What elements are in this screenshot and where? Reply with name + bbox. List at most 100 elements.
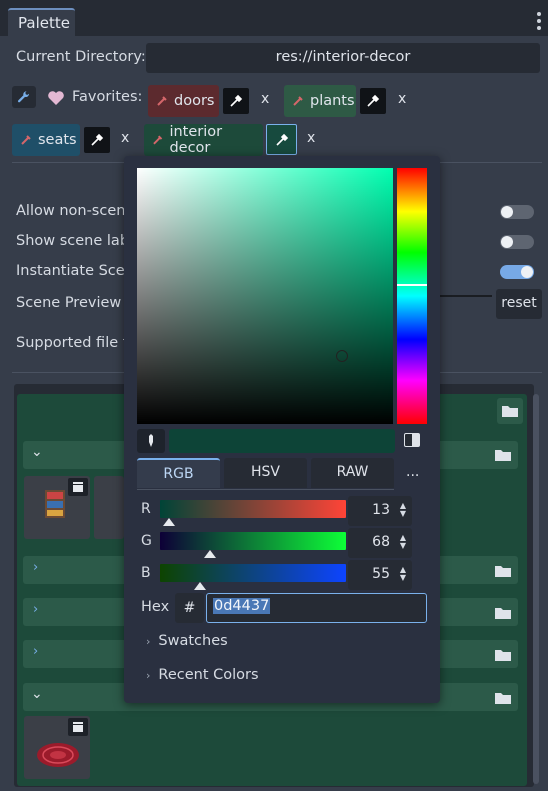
current-directory-field[interactable]: res://interior-decor xyxy=(146,43,540,73)
wrench-icon xyxy=(17,91,30,103)
saturation-value-area[interactable] xyxy=(137,168,393,424)
eyedropper-icon xyxy=(367,94,380,107)
folder-icon xyxy=(502,406,518,417)
eyedropper-icon xyxy=(91,133,104,146)
mode-tab-raw[interactable]: RAW xyxy=(311,458,394,488)
color-pin-icon xyxy=(153,135,163,145)
hex-input[interactable]: 0d4437 xyxy=(206,593,427,623)
color-pin-icon xyxy=(21,135,31,145)
eyedropper-icon xyxy=(149,434,153,447)
eyedropper-button[interactable] xyxy=(223,88,249,114)
list-scrollbar[interactable] xyxy=(533,394,539,784)
color-pin-icon xyxy=(293,96,303,106)
hue-marker[interactable] xyxy=(397,284,427,286)
sv-cursor[interactable] xyxy=(336,350,348,362)
channel-b-label: B xyxy=(141,565,151,581)
current-directory-label: Current Directory: xyxy=(16,49,146,65)
eyedropper-button[interactable] xyxy=(360,88,386,114)
channel-b-handle[interactable] xyxy=(194,582,207,590)
favorite-name: seats xyxy=(38,132,77,148)
sample-toggle-icon[interactable] xyxy=(404,433,420,447)
reset-button[interactable]: reset xyxy=(496,289,542,319)
folder-icon[interactable] xyxy=(494,606,512,624)
color-preview-swatch xyxy=(169,429,395,453)
chevron-right-icon: › xyxy=(33,602,39,617)
spin-arrows-icon[interactable]: ▲ ▼ xyxy=(398,534,408,550)
tab-palette[interactable]: Palette xyxy=(8,8,75,36)
favorite-name: interior decor xyxy=(169,124,223,156)
favorite-name: doors xyxy=(174,93,215,109)
eyedropper-button-active[interactable] xyxy=(266,124,297,155)
bookshelf-icon xyxy=(45,490,65,518)
channel-g-label: G xyxy=(141,533,152,549)
show-scene-labels-toggle[interactable] xyxy=(500,235,534,249)
favorite-chip-doors[interactable]: doors xyxy=(148,85,219,117)
mode-tab-rgb[interactable]: RGB xyxy=(137,458,220,488)
remove-favorite-button[interactable]: x xyxy=(398,91,406,107)
remove-favorite-button[interactable]: x xyxy=(261,91,269,107)
channel-b-slider[interactable] xyxy=(160,564,346,582)
chevron-right-icon: › xyxy=(33,644,39,659)
swatches-section[interactable]: › Swatches xyxy=(146,633,228,649)
folder-icon[interactable] xyxy=(494,648,512,666)
scene-thumbnail-bookshelf[interactable] xyxy=(24,476,90,539)
scene-preview-size-slider[interactable] xyxy=(440,295,492,297)
settings-wrench-button[interactable] xyxy=(12,86,36,108)
folder-icon[interactable] xyxy=(494,448,512,466)
channel-b-value: 55 xyxy=(372,566,390,582)
recent-colors-section[interactable]: › Recent Colors xyxy=(146,667,259,683)
dock-tab-bar xyxy=(0,0,548,36)
swatches-label: Swatches xyxy=(158,633,228,649)
eyedropper-icon xyxy=(230,94,243,107)
channel-r-handle[interactable] xyxy=(163,518,176,526)
channel-g-slider[interactable] xyxy=(160,532,346,550)
hue-slider[interactable] xyxy=(397,168,427,424)
dock-menu-icon[interactable] xyxy=(536,12,542,30)
remove-favorite-button[interactable]: x xyxy=(121,130,129,146)
chevron-right-icon: › xyxy=(146,635,151,648)
channel-r-slider[interactable] xyxy=(160,500,346,518)
eyedropper-icon xyxy=(275,133,288,146)
screen-picker-button[interactable] xyxy=(137,429,165,453)
folder-icon[interactable] xyxy=(494,691,512,709)
clapper-board-icon xyxy=(68,718,88,736)
supported-file-types-label: Supported file ty xyxy=(16,335,138,351)
channel-g-spinbox[interactable]: 68 ▲ ▼ xyxy=(348,528,412,558)
channel-b-spinbox[interactable]: 55 ▲ ▼ xyxy=(348,560,412,590)
channel-g-handle[interactable] xyxy=(203,550,216,558)
channel-g-value: 68 xyxy=(372,534,390,550)
favorite-chip-interior-decor[interactable]: interior decor xyxy=(144,124,263,156)
clapper-board-icon xyxy=(68,478,88,496)
chevron-down-icon: ⌄ xyxy=(31,686,43,702)
chevron-down-icon: ⌄ xyxy=(31,444,43,460)
eyedropper-button[interactable] xyxy=(84,127,110,153)
mode-tab-hsv[interactable]: HSV xyxy=(224,458,307,488)
allow-non-scene-label: Allow non-scene xyxy=(16,203,135,219)
remove-favorite-button[interactable]: x xyxy=(307,130,315,146)
color-pin-icon xyxy=(157,96,167,106)
favorite-chip-plants[interactable]: plants xyxy=(284,85,356,117)
scene-thumbnail[interactable] xyxy=(94,476,124,539)
favorites-label: Favorites: xyxy=(72,89,143,105)
channel-r-spinbox[interactable]: 13 ▲ ▼ xyxy=(348,496,412,526)
scene-thumbnail-rug[interactable] xyxy=(24,716,90,779)
open-folder-button[interactable] xyxy=(497,398,523,424)
spin-arrows-icon[interactable]: ▲ ▼ xyxy=(398,502,408,518)
chevron-right-icon: › xyxy=(146,669,151,682)
channel-r-label: R xyxy=(141,501,151,517)
favorite-name: plants xyxy=(310,93,355,109)
hex-value: 0d4437 xyxy=(213,598,271,614)
rug-icon xyxy=(37,743,79,767)
spin-arrows-icon[interactable]: ▲ ▼ xyxy=(398,566,408,582)
tab-underline xyxy=(137,489,394,490)
hash-toggle-button[interactable]: # xyxy=(175,593,204,623)
channel-r-value: 13 xyxy=(372,502,390,518)
more-modes-button[interactable]: ... xyxy=(406,464,419,480)
favorite-chip-seats[interactable]: seats xyxy=(12,124,80,156)
folder-icon[interactable] xyxy=(494,564,512,582)
hex-label: Hex xyxy=(141,599,170,615)
instantiate-scene-toggle[interactable] xyxy=(500,265,534,279)
show-scene-labels-label: Show scene labe xyxy=(16,233,138,249)
allow-non-scene-toggle[interactable] xyxy=(500,205,534,219)
chevron-right-icon: › xyxy=(33,560,39,575)
